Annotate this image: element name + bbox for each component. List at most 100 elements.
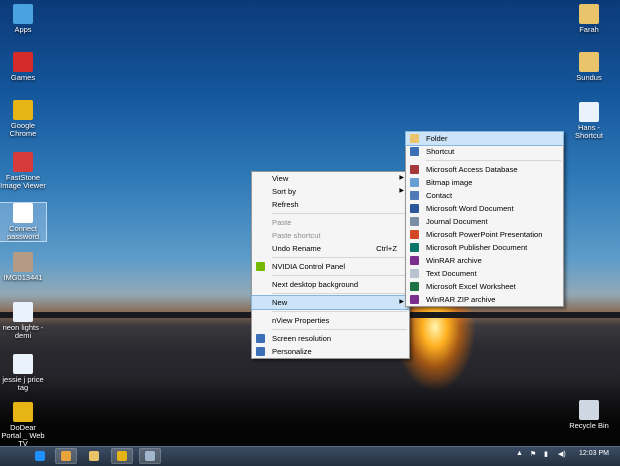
desktop-icon-faststone-image-viewer[interactable]: FastStone Image Viewer [0, 152, 46, 190]
desktop-icon-label: Recycle Bin [569, 421, 609, 430]
submenu-item-label: WinRAR archive [426, 256, 482, 265]
submenu-item-label: WinRAR ZIP archive [426, 295, 496, 304]
menu-separator [426, 160, 561, 161]
submenu-item-microsoft-excel-worksheet[interactable]: Microsoft Excel Worksheet [406, 280, 563, 293]
tray-chevron-up-icon[interactable]: ▲ [516, 450, 523, 457]
chrome-icon [117, 451, 127, 461]
desktop-icon-connect-password[interactable]: Connect password [0, 202, 47, 242]
shortcut-text: Ctrl+Z [376, 244, 397, 253]
desktop-icon-label: Google Chrome [9, 121, 37, 138]
desktop-icon-label: Connect password [6, 224, 40, 241]
audio-file-icon [13, 354, 33, 374]
taskbar: ▲ ⚑ ▮ ◀) 12:03 PM [0, 446, 620, 466]
taskbar-button-chrome[interactable] [111, 448, 133, 464]
menu-item-screen-resolution[interactable]: Screen resolution [252, 332, 409, 345]
menu-separator [272, 275, 407, 276]
taskbar-clock[interactable]: 12:03 PM [579, 450, 609, 457]
chevron-right-icon: ▶ [399, 299, 404, 305]
menu-item-label: Sort by [272, 187, 297, 196]
menu-item-paste[interactable]: Paste [252, 216, 409, 229]
taskbar-button-faststone[interactable] [139, 448, 161, 464]
personalize-icon [256, 347, 265, 356]
menu-item-paste-shortcut[interactable]: Paste shortcut [252, 229, 409, 242]
submenu-item-winrar-archive[interactable]: WinRAR archive [406, 254, 563, 267]
desktop-icon-label: jessie j price tag [2, 375, 44, 392]
taskbar-button-file-explorer[interactable] [84, 449, 104, 463]
desktop-icon-sundus[interactable]: Sundus [566, 52, 612, 82]
menu-item-label: Personalize [272, 347, 312, 356]
submenu-item-label: Microsoft PowerPoint Presentation [426, 230, 543, 239]
submenu-item-label: Microsoft Excel Worksheet [426, 282, 516, 291]
start-button[interactable] [0, 447, 26, 466]
desktop-icon-label: neon lights - demi [2, 323, 44, 340]
submenu-item-microsoft-word-document[interactable]: Microsoft Word Document [406, 202, 563, 215]
desktop-icon-farah[interactable]: Farah [566, 4, 612, 34]
submenu-item-label: Microsoft Word Document [426, 204, 514, 213]
context-menu: View ▶ Sort by ▶ Refresh Paste Paste shortcut U… [251, 171, 410, 359]
bitmap-icon [410, 178, 419, 187]
menu-separator [272, 293, 407, 294]
shortcut-icon [410, 147, 419, 156]
menu-separator [272, 257, 407, 258]
desktop-icon-label: FastStone Image Viewer [0, 173, 46, 190]
submenu-item-text-document[interactable]: Text Document [406, 267, 563, 280]
chrome-icon [13, 100, 33, 120]
menu-item-nvidia-control-panel[interactable]: NVIDIA Control Panel [252, 260, 409, 273]
desktop-icon-jessie-j-price-tag[interactable]: jessie j price tag [0, 354, 46, 392]
menu-item-view[interactable]: View ▶ [252, 172, 409, 185]
document-icon [13, 203, 33, 223]
menu-item-undo-rename[interactable]: Undo Rename Ctrl+Z [252, 242, 409, 255]
desktop-icon-label: Apps [14, 25, 32, 34]
desktop-icon-dodear-portal-web-tv[interactable]: DoDear Portal _ Web TV [0, 402, 46, 446]
desktop-icon-label: DoDear Portal _ Web TV [1, 423, 45, 447]
submenu-item-shortcut[interactable]: Shortcut [406, 145, 563, 158]
menu-item-new[interactable]: New ▶ [251, 295, 410, 310]
folder-icon [579, 4, 599, 24]
screen-resolution-icon [256, 334, 265, 343]
desktop-icon-hans-shortcut[interactable]: Hans - Shortcut [566, 102, 612, 140]
taskbar-button-media-player[interactable] [55, 448, 77, 464]
menu-item-label: Next desktop background [272, 280, 359, 289]
submenu-item-microsoft-access-database[interactable]: Microsoft Access Database [406, 163, 563, 176]
submenu-item-contact[interactable]: Contact [406, 189, 563, 202]
contact-icon [410, 191, 419, 200]
taskbar-button-ie[interactable] [30, 449, 50, 463]
desktop-icon-recycle-bin[interactable]: Recycle Bin [566, 400, 612, 430]
tray-network-icon[interactable]: ▮ [544, 450, 548, 458]
desktop-icon-img013441[interactable]: IMG013441 [0, 252, 46, 282]
menu-item-refresh[interactable]: Refresh [252, 198, 409, 211]
image-icon [13, 252, 33, 272]
menu-separator [272, 329, 407, 330]
submenu-item-folder[interactable]: Folder [405, 131, 564, 146]
submenu-item-label: Contact [426, 191, 453, 200]
menu-item-personalize[interactable]: Personalize [252, 345, 409, 358]
menu-separator [272, 213, 407, 214]
menu-item-next-desktop-background[interactable]: Next desktop background [252, 278, 409, 291]
winrar-icon [410, 256, 419, 265]
games-icon [13, 52, 33, 72]
menu-item-sort-by[interactable]: Sort by ▶ [252, 185, 409, 198]
menu-item-nview-properties[interactable]: nView Properties [252, 314, 409, 327]
powerpoint-icon [410, 230, 419, 239]
submenu-item-microsoft-powerpoint-presentation[interactable]: Microsoft PowerPoint Presentation [406, 228, 563, 241]
desktop-icon-games[interactable]: Games [0, 52, 46, 82]
submenu-item-microsoft-publisher-document[interactable]: Microsoft Publisher Document [406, 241, 563, 254]
submenu-item-label: Bitmap image [426, 178, 473, 187]
desktop-icon-google-chrome[interactable]: Google Chrome [0, 100, 46, 138]
tray-volume-icon[interactable]: ◀) [558, 450, 566, 458]
journal-icon [410, 217, 419, 226]
desktop-icon-neon-lights-demi[interactable]: neon lights - demi [0, 302, 46, 340]
audio-file-icon [13, 302, 33, 322]
submenu-item-label: Journal Document [426, 217, 488, 226]
chevron-right-icon: ▶ [399, 188, 404, 194]
menu-item-label: Paste [272, 218, 292, 227]
submenu-item-winrar-zip-archive[interactable]: WinRAR ZIP archive [406, 293, 563, 306]
ie-icon [35, 451, 45, 461]
shortcut-icon [579, 102, 599, 122]
desktop-icon-apps[interactable]: Apps [0, 4, 46, 34]
tray-flag-icon[interactable]: ⚑ [530, 450, 536, 458]
monitor-icon [13, 4, 33, 24]
submenu-item-bitmap-image[interactable]: Bitmap image [406, 176, 563, 189]
file-explorer-icon [89, 451, 99, 461]
submenu-item-journal-document[interactable]: Journal Document [406, 215, 563, 228]
